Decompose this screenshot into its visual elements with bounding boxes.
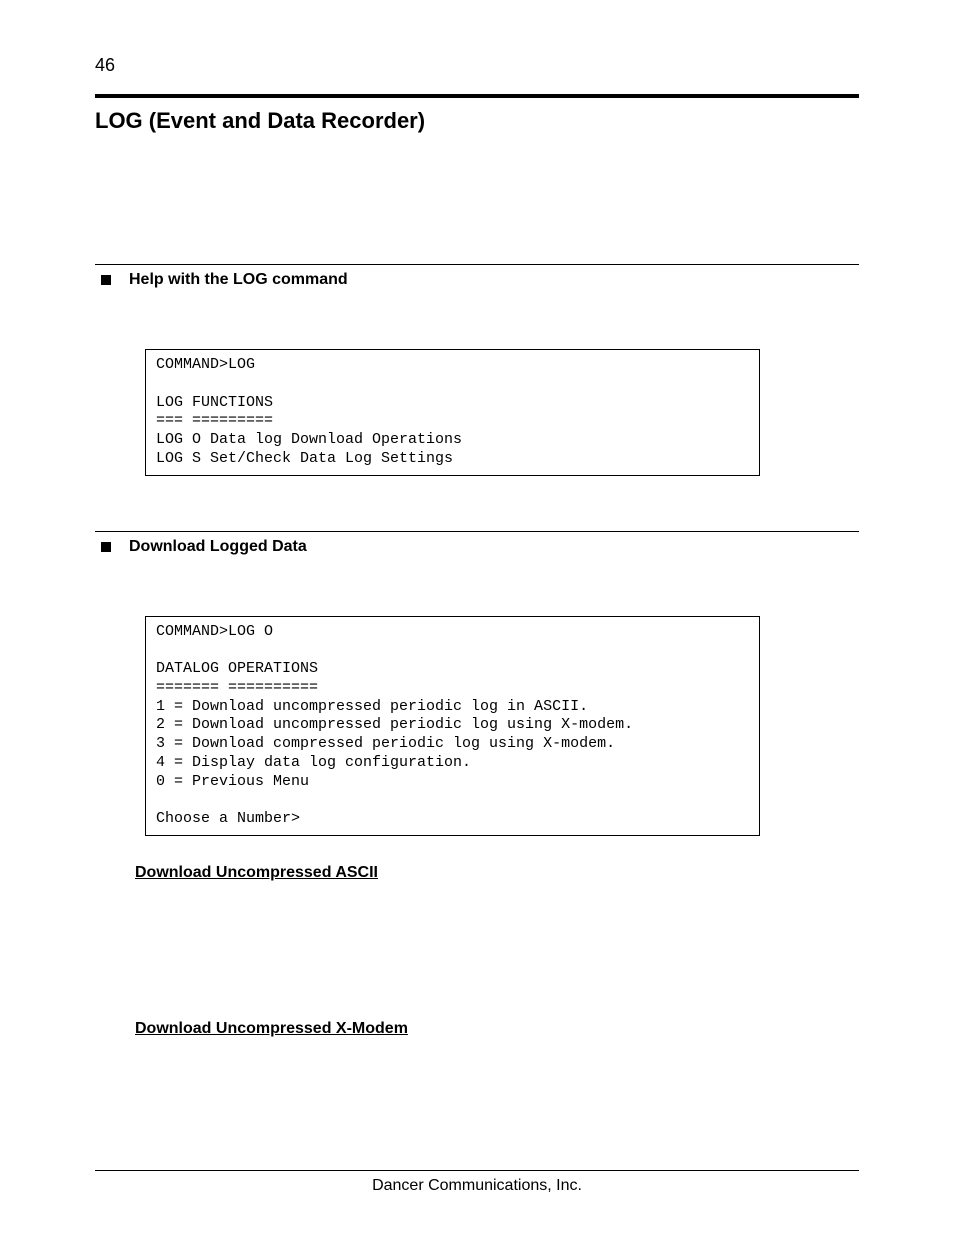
top-rule: [95, 94, 859, 98]
subsection-row: Download Logged Data: [95, 538, 859, 556]
subsection-heading: Download Logged Data: [129, 538, 307, 556]
code-block: COMMAND>LOG O DATALOG OPERATIONS =======…: [145, 616, 760, 836]
divider: [95, 264, 859, 265]
page: 46 LOG (Event and Data Recorder) Help wi…: [0, 0, 954, 1235]
link-heading: Download Uncompressed X-Modem: [135, 1020, 859, 1038]
square-bullet-icon: [101, 542, 111, 552]
code-block: COMMAND>LOG LOG FUNCTIONS === ========= …: [145, 349, 760, 476]
page-number: 46: [95, 55, 859, 76]
square-bullet-icon: [101, 275, 111, 285]
divider: [95, 531, 859, 532]
section-title: LOG (Event and Data Recorder): [95, 108, 859, 134]
footer: Dancer Communications, Inc.: [95, 1170, 859, 1195]
footer-text: Dancer Communications, Inc.: [95, 1177, 859, 1195]
link-heading: Download Uncompressed ASCII: [135, 864, 859, 882]
footer-rule: [95, 1170, 859, 1171]
subsection-heading: Help with the LOG command: [129, 271, 348, 289]
subsection-row: Help with the LOG command: [95, 271, 859, 289]
